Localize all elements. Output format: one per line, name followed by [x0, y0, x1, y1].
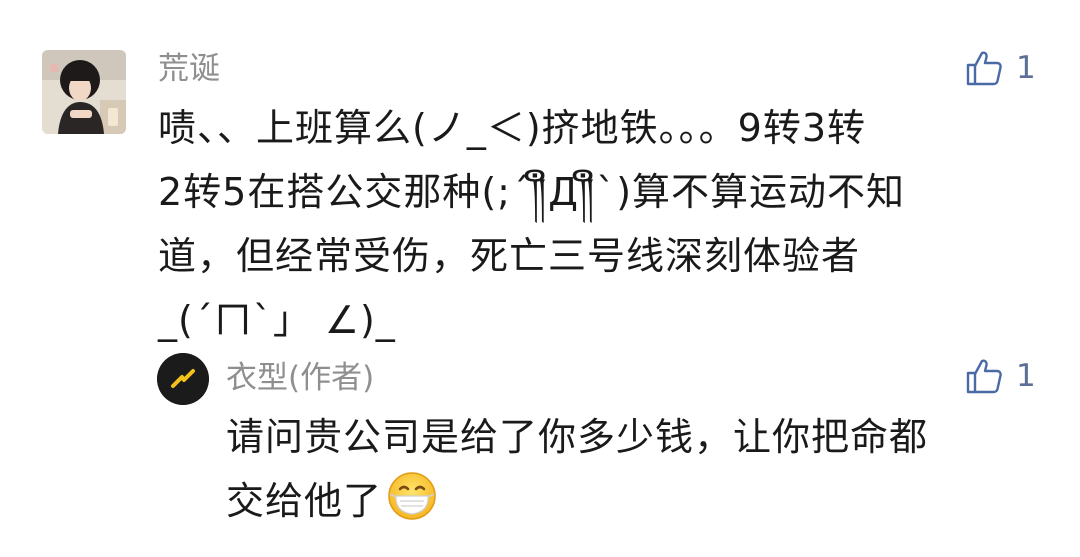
comment-like-button[interactable]: 1	[964, 48, 1036, 88]
reply-author-name[interactable]: 衣型(作者)	[226, 358, 374, 398]
thumbs-up-icon	[966, 51, 1002, 86]
reply-line-last: 交给他了	[226, 469, 928, 541]
author-avatar[interactable]	[157, 353, 209, 405]
avatar-photo	[42, 50, 126, 134]
thumbs-up-icon	[966, 359, 1002, 394]
comment-line: 2转5在搭公交那种(;´༎ຶД༎ຶ`)算不算运动不知	[158, 170, 906, 214]
comment-line: 道，但经常受伤，死亡三号线深刻体验者	[158, 234, 861, 278]
mask-face-emoji-icon	[386, 470, 438, 541]
reply-like-count: 1	[1016, 358, 1036, 394]
reply-line: 请问贵公司是给了你多少钱，让你把命都	[226, 415, 929, 459]
comment-line: 啧、、上班算么(ノ_＜)挤地铁。。。9转3转	[158, 106, 867, 150]
comment-thread: 荒诞 1 啧、、上班算么(ノ_＜)挤地铁。。。9转3转 2转5在搭公交那种(;´…	[0, 0, 1080, 557]
commenter-name[interactable]: 荒诞	[158, 49, 220, 89]
reply-body: 请问贵公司是给了你多少钱，让你把命都 交给他了	[226, 405, 928, 541]
commenter-avatar[interactable]	[42, 50, 126, 134]
comment-body: 啧、、上班算么(ノ_＜)挤地铁。。。9转3转 2转5在搭公交那种(;´༎ຶД༎ຶ…	[158, 96, 905, 352]
author-logo-icon	[157, 353, 209, 405]
comment-like-count: 1	[1016, 50, 1036, 86]
comment-line: _(´ㄇ`」 ∠)_	[158, 298, 396, 342]
reply-like-button[interactable]: 1	[964, 356, 1036, 396]
reply-line-text: 交给他了	[226, 479, 383, 523]
